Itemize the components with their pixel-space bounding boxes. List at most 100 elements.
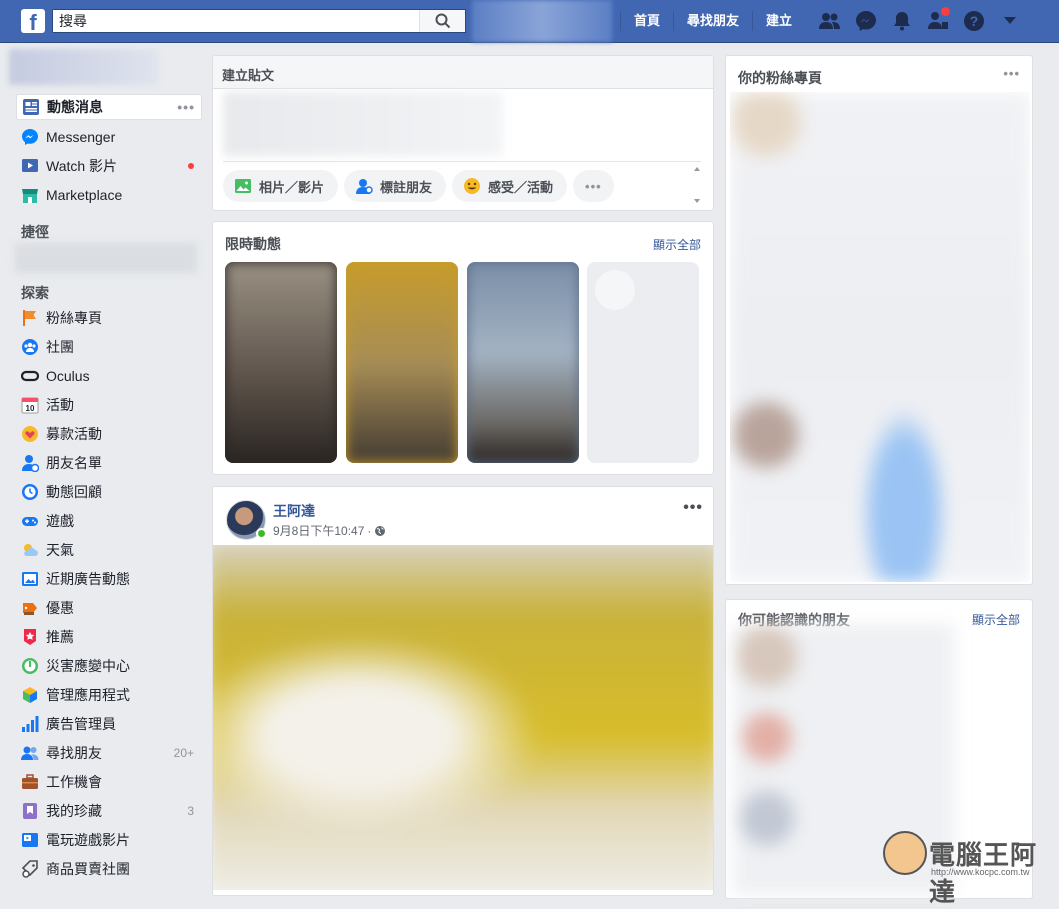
nav-icon-group: ? [812, 0, 1028, 42]
help-button[interactable]: ? [956, 0, 992, 42]
sidebar-item-crisis-response[interactable]: 災害應變中心 [16, 653, 202, 679]
story-thumbnail[interactable] [346, 262, 458, 463]
blurred-profile-name[interactable] [9, 49, 158, 85]
caret-down-icon [1004, 17, 1016, 24]
sidebar-item-apps[interactable]: 管理應用程式 [16, 682, 202, 708]
oculus-icon [20, 366, 40, 386]
friends-see-all-link[interactable]: 顯示全部 [972, 611, 1020, 628]
tag-friends-button[interactable]: 標註朋友 [344, 170, 447, 202]
sidebar-item-weather[interactable]: 天氣 [16, 537, 202, 563]
more-options-icon[interactable]: ••• [177, 99, 195, 115]
sidebar-item-saved[interactable]: 我的珍藏 3 [16, 798, 202, 824]
sidebar-item-label: Oculus [46, 368, 90, 384]
your-pages-title: 你的粉絲專頁 [738, 70, 822, 86]
story-placeholder[interactable] [587, 262, 699, 463]
sidebar-item-label: 我的珍藏 [46, 803, 102, 819]
feeling-activity-label: 感受／活動 [488, 179, 554, 195]
bell-icon [894, 12, 910, 31]
pages-options-button[interactable]: ••• [1003, 66, 1020, 81]
flag-icon [20, 308, 40, 328]
post-input-area[interactable] [223, 92, 503, 156]
sidebar-item-recommendations[interactable]: 推薦 [16, 624, 202, 650]
story-image [346, 262, 458, 463]
messenger-button[interactable] [848, 0, 884, 42]
groups-icon [20, 337, 40, 357]
sidebar-item-label: 動態回顧 [46, 484, 102, 500]
quick-help-button[interactable] [920, 0, 956, 42]
fundraiser-icon [20, 424, 40, 444]
blurred-shortcut[interactable] [15, 243, 197, 273]
messenger-icon [856, 11, 876, 31]
news-feed-icon [21, 97, 41, 117]
feed-post: 王阿達 9月8日下午10:47 · ••• [212, 486, 714, 896]
stories-see-all-link[interactable]: 顯示全部 [653, 236, 701, 253]
create-post-card: 建立貼文 相片／影片 標註朋友 感受／活動 ••• [212, 55, 714, 211]
post-timestamp[interactable]: 9月8日下午10:47 [273, 522, 364, 539]
memories-icon [20, 482, 40, 502]
marketplace-icon [20, 185, 40, 205]
stories-title: 限時動態 [225, 236, 281, 252]
blurred-profile-area [472, 0, 612, 42]
globe-icon[interactable] [374, 525, 386, 537]
composer-scrollbar[interactable] [691, 162, 703, 208]
sidebar-item-ads-manager[interactable]: 廣告管理員 [16, 711, 202, 737]
story-thumbnail[interactable] [225, 262, 337, 463]
ad-activity-icon [20, 569, 40, 589]
sidebar-item-friend-list[interactable]: 朋友名單 [16, 450, 202, 476]
story-image [225, 262, 337, 463]
story-thumbnail[interactable] [467, 262, 579, 463]
sidebar-item-calendar[interactable]: 10 活動 [16, 392, 202, 418]
sidebar-item-offers[interactable]: 優惠 [16, 595, 202, 621]
account-menu-button[interactable] [992, 0, 1028, 42]
sidebar-item-memories[interactable]: 動態回顧 [16, 479, 202, 505]
facebook-logo[interactable]: f [21, 9, 45, 33]
sidebar-item-ad-activity[interactable]: 近期廣告動態 [16, 566, 202, 592]
notification-dot [941, 7, 950, 16]
sidebar-item-label: Marketplace [46, 187, 123, 203]
friend-requests-icon [819, 13, 840, 29]
blurred-pages-content [730, 92, 1030, 582]
sidebar-item-messenger[interactable]: Messenger [16, 124, 202, 150]
sidebar-item-find-friends[interactable]: 尋找朋友 20+ [16, 740, 202, 766]
ads-manager-icon [20, 714, 40, 734]
your-pages-card: 你的粉絲專頁 ••• [725, 55, 1033, 585]
blurred-photo [213, 545, 713, 890]
photo-video-button[interactable]: 相片／影片 [223, 170, 339, 202]
sidebar-item-news-feed[interactable]: 動態消息 ••• [16, 94, 202, 120]
calendar-icon: 10 [20, 395, 40, 415]
sidebar-item-flag[interactable]: 粉絲專頁 [16, 305, 202, 331]
crisis-response-icon [20, 656, 40, 676]
sidebar-item-label: 粉絲專頁 [46, 310, 102, 326]
sidebar-item-count: 3 [187, 804, 194, 818]
sidebar-item-marketplace[interactable]: Marketplace [16, 182, 202, 208]
search-box [52, 9, 466, 33]
sidebar-item-label: 電玩遊戲影片 [46, 832, 130, 848]
search-button[interactable] [419, 10, 465, 32]
post-options-button[interactable]: ••• [683, 499, 703, 517]
jobs-icon [20, 772, 40, 792]
sidebar-item-gamepad[interactable]: 遊戲 [16, 508, 202, 534]
sidebar-item-fundraiser[interactable]: 募款活動 [16, 421, 202, 447]
sidebar-item-oculus[interactable]: Oculus [16, 363, 202, 389]
sidebar-item-label: 募款活動 [46, 426, 102, 442]
feeling-activity-button[interactable]: 感受／活動 [452, 170, 568, 202]
top-navigation-bar: f 首頁 尋找朋友 建立 ? [0, 0, 1059, 43]
more-composer-options-button[interactable]: ••• [573, 170, 614, 202]
photo-icon [233, 176, 253, 196]
notifications-button[interactable] [884, 0, 920, 42]
sidebar-item-buy-sell[interactable]: 商品買賣社團 [16, 856, 202, 882]
sidebar-item-label: Messenger [46, 129, 116, 145]
nav-find-friends-link[interactable]: 尋找朋友 [673, 11, 752, 31]
sidebar-item-gaming-video[interactable]: 電玩遊戲影片 [16, 827, 202, 853]
nav-home-link[interactable]: 首頁 [620, 11, 673, 31]
create-post-title: 建立貼文 [213, 56, 713, 89]
post-author-name[interactable]: 王阿達 [273, 501, 315, 521]
sidebar-item-label: 廣告管理員 [46, 716, 116, 732]
post-image[interactable] [213, 545, 713, 890]
sidebar-item-watch[interactable]: Watch 影片 [16, 153, 202, 179]
nav-create-link[interactable]: 建立 [752, 11, 805, 31]
sidebar-item-groups[interactable]: 社團 [16, 334, 202, 360]
search-input[interactable] [53, 10, 413, 32]
friend-requests-button[interactable] [812, 0, 848, 42]
sidebar-item-jobs[interactable]: 工作機會 [16, 769, 202, 795]
